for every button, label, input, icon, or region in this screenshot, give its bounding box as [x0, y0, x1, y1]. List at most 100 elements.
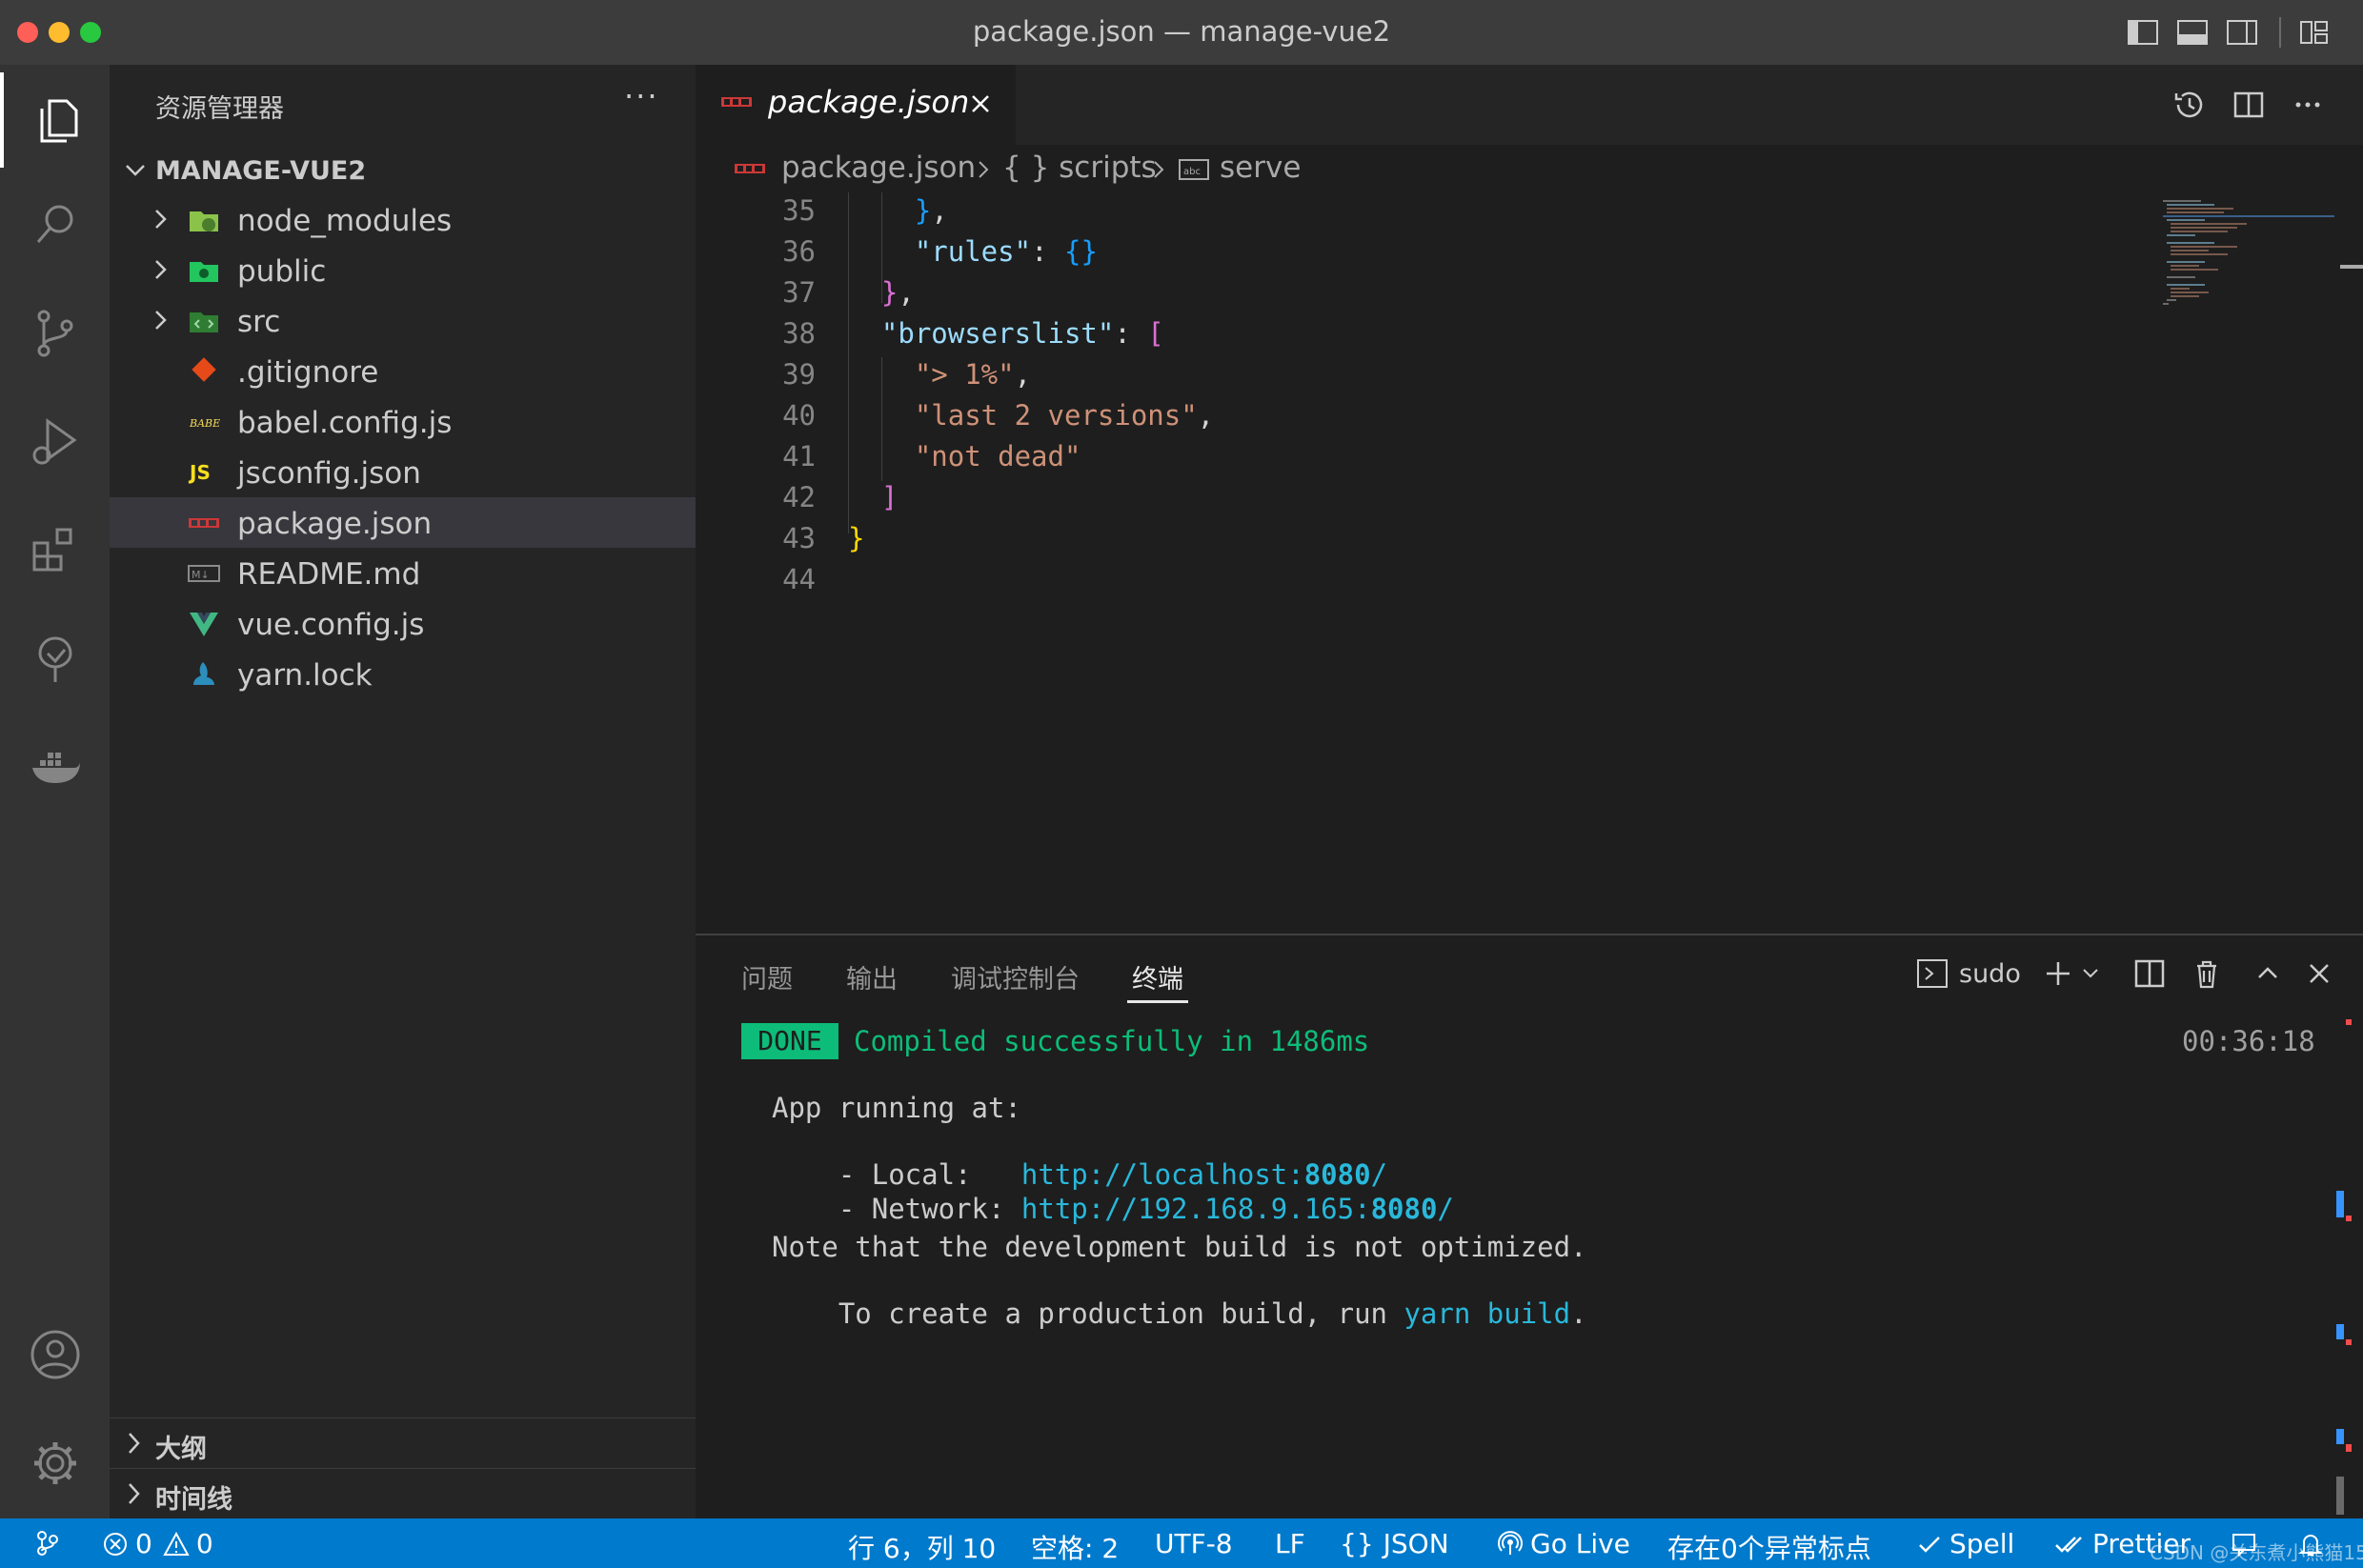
- extensions-icon[interactable]: [0, 503, 110, 598]
- source-control-icon[interactable]: [0, 286, 110, 381]
- tab-terminal[interactable]: 终端: [1132, 958, 1183, 995]
- tab-debug-console[interactable]: 调试控制台: [951, 958, 1080, 995]
- folder-header[interactable]: MANAGE-VUE2: [110, 149, 696, 194]
- settings-gear-icon[interactable]: [0, 1416, 110, 1511]
- close-icon[interactable]: [2302, 956, 2336, 991]
- encoding[interactable]: UTF-8: [1155, 1528, 1233, 1559]
- go-live-button[interactable]: Go Live: [1496, 1528, 1630, 1559]
- line-number: 35: [782, 194, 816, 227]
- indentation[interactable]: 空格: 2: [1031, 1528, 1119, 1566]
- breadcrumb-serve[interactable]: serve: [1220, 151, 1301, 185]
- code-token: }: [880, 276, 899, 309]
- terminal-time: 00:36:18: [2182, 1025, 2315, 1057]
- toggle-panel-icon[interactable]: [2176, 17, 2209, 48]
- activity-bar: [0, 65, 110, 1518]
- done-badge: DONE: [741, 1023, 838, 1059]
- explorer-icon[interactable]: [0, 72, 110, 168]
- terminal-icon: [1917, 959, 1948, 988]
- tree-view-icon[interactable]: [0, 612, 110, 707]
- src-folder-icon: [188, 307, 220, 335]
- double-check-icon: [2055, 1536, 2082, 1553]
- terminal-selector[interactable]: sudo: [1915, 956, 2021, 991]
- tab-problems[interactable]: 问题: [741, 958, 793, 995]
- spell-label: Spell: [1949, 1528, 2015, 1559]
- terminal-scrollbar[interactable]: [2336, 1019, 2355, 1515]
- build-command: yarn build: [1404, 1297, 1571, 1330]
- code-token: [: [1147, 317, 1164, 350]
- split-editor-icon[interactable]: [2230, 86, 2268, 124]
- spell-check[interactable]: Spell: [1915, 1528, 2014, 1559]
- outline-label: 大纲: [155, 1435, 207, 1464]
- more-actions-icon[interactable]: [2289, 86, 2327, 124]
- customize-layout-icon[interactable]: [2298, 17, 2331, 48]
- editor-scrollbar[interactable]: [2334, 192, 2363, 934]
- breadcrumb-file[interactable]: package.json: [781, 151, 976, 185]
- chevron-down-icon[interactable]: [2079, 956, 2102, 991]
- problems-indicator[interactable]: 0 0: [101, 1528, 213, 1559]
- minimap[interactable]: [2163, 192, 2334, 364]
- cursor-position[interactable]: 行 6，列 10: [848, 1528, 996, 1566]
- line-number: 41: [782, 440, 816, 472]
- tree-item-public[interactable]: public: [110, 245, 696, 295]
- code-line: 39 "> 1%",: [696, 358, 2125, 399]
- timeline-section[interactable]: 时间线: [110, 1468, 696, 1518]
- close-icon[interactable]: [966, 90, 995, 118]
- tree-item-label: package.json: [237, 507, 433, 541]
- chevron-right-icon: [1154, 161, 1164, 178]
- watermark: CSDN @关东煮小熊猫15: [2150, 1541, 2363, 1564]
- sidebar-more-actions[interactable]: ···: [624, 78, 659, 114]
- svg-text:JS: JS: [188, 461, 211, 484]
- code-text: "> 1%",: [848, 358, 1031, 391]
- network-url[interactable]: http://192.168.9.165:8080/: [1021, 1193, 1454, 1225]
- tree-item-src[interactable]: src: [110, 295, 696, 346]
- npm-icon: [721, 97, 752, 107]
- accounts-icon[interactable]: [0, 1307, 110, 1402]
- chevron-right-icon: [979, 161, 989, 178]
- toggle-primary-sidebar-icon[interactable]: [2127, 17, 2159, 48]
- tree-item-package-json[interactable]: package.json: [110, 497, 696, 548]
- error-count: 0: [135, 1528, 152, 1559]
- chevron-up-icon[interactable]: [2251, 956, 2285, 991]
- breadcrumb-scripts[interactable]: { } scripts: [1002, 151, 1157, 185]
- docker-icon[interactable]: [0, 720, 110, 815]
- outline-section[interactable]: 大纲: [110, 1417, 696, 1468]
- timeline-label: 时间线: [155, 1485, 232, 1515]
- broadcast-icon: [1498, 1530, 1523, 1555]
- split-terminal-icon[interactable]: [2132, 956, 2167, 991]
- build-hint-line: To create a production build, run yarn b…: [772, 1265, 1587, 1362]
- code-editor[interactable]: 35 }, 36 "rules": {} 37 }, 38 "browserslist…: [696, 192, 2363, 934]
- code-text: "not dead": [848, 440, 1081, 472]
- remote-indicator[interactable]: [32, 1528, 69, 1558]
- punctuation-check[interactable]: 存在0个异常标点: [1667, 1528, 1871, 1566]
- tree-item-readme[interactable]: M↓ README.md: [110, 548, 696, 598]
- tree-item-label: README.md: [237, 557, 421, 592]
- chevron-right-icon: [155, 210, 167, 229]
- tab-output[interactable]: 输出: [846, 958, 898, 995]
- tree-item-node-modules[interactable]: node_modules: [110, 194, 696, 245]
- tree-item-yarn-lock[interactable]: yarn.lock: [110, 649, 696, 699]
- end-of-line[interactable]: LF: [1275, 1528, 1305, 1559]
- search-icon[interactable]: [0, 177, 110, 272]
- new-terminal-icon[interactable]: [2041, 956, 2075, 991]
- run-debug-icon[interactable]: [0, 394, 110, 490]
- node-modules-folder-icon: [188, 206, 220, 234]
- tree-item-jsconfig[interactable]: JS jsconfig.json: [110, 447, 696, 497]
- chevron-right-icon: [155, 260, 167, 279]
- toggle-secondary-sidebar-icon[interactable]: [2226, 17, 2258, 48]
- code-line: 38 "browserslist": [: [696, 317, 2125, 358]
- trash-icon[interactable]: [2190, 956, 2224, 991]
- code-token: }: [914, 194, 932, 227]
- tree-item-babel-config[interactable]: BABEL babel.config.js: [110, 396, 696, 447]
- tab-package-json[interactable]: package.json: [696, 65, 1016, 145]
- tree-item-vue-config[interactable]: vue.config.js: [110, 598, 696, 649]
- code-text: }: [848, 522, 864, 554]
- timeline-history-icon[interactable]: [2171, 86, 2209, 124]
- code-token: :: [1114, 317, 1148, 350]
- language-mode[interactable]: {} JSON: [1340, 1528, 1449, 1559]
- code-token: ,: [931, 194, 948, 227]
- tree-item-gitignore[interactable]: .gitignore: [110, 346, 696, 396]
- chevron-right-icon: [155, 311, 167, 330]
- explorer-sidebar: 资源管理器 ··· MANAGE-VUE2 node_modules publi…: [110, 65, 696, 1518]
